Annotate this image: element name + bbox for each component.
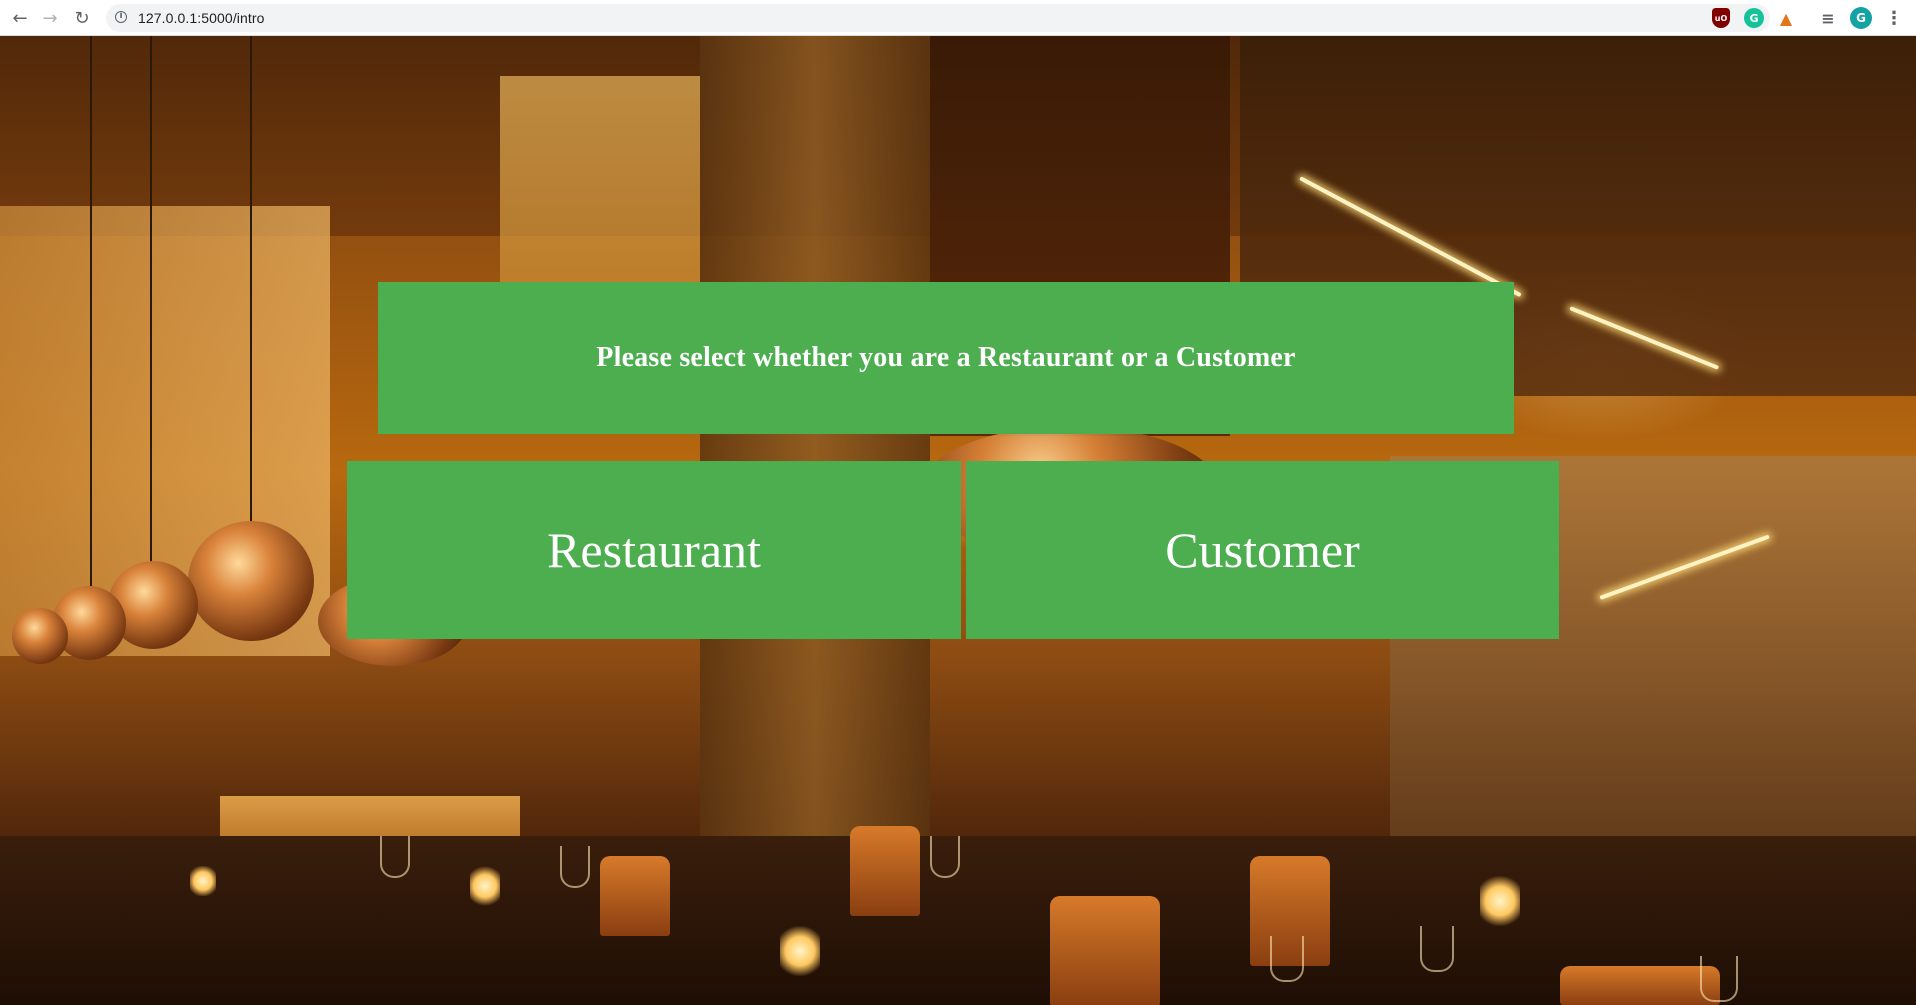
address-bar[interactable]: i 127.0.0.1:5000/intro ☆ xyxy=(106,4,1770,32)
pendant-lamp xyxy=(108,561,198,649)
address-url[interactable]: 127.0.0.1:5000/intro xyxy=(138,10,265,26)
browser-toolbar: ← → ↻ i 127.0.0.1:5000/intro ☆ uO G ▲ ≡ … xyxy=(0,0,1916,36)
candle-glow xyxy=(780,926,820,976)
profile-avatar[interactable]: G xyxy=(1850,7,1872,29)
candle-glow xyxy=(1480,876,1520,926)
wine-glass xyxy=(930,836,960,878)
wine-glass xyxy=(1700,956,1738,1002)
lamp-cord xyxy=(250,36,252,526)
chair xyxy=(1560,966,1720,1005)
intro-page: Please select whether you are a Restaura… xyxy=(0,36,1916,1005)
wine-glass xyxy=(560,846,590,888)
chair xyxy=(1050,896,1160,1005)
candle-glow xyxy=(470,866,500,906)
grammarly-icon[interactable]: G xyxy=(1744,8,1764,28)
wine-glass xyxy=(1270,936,1304,982)
light-strip xyxy=(1569,306,1720,370)
wine-glass xyxy=(1420,926,1454,972)
rear-window xyxy=(500,76,700,316)
reload-icon[interactable]: ↻ xyxy=(70,6,94,30)
forward-arrow-icon[interactable]: → xyxy=(38,6,62,30)
customer-button[interactable]: Customer xyxy=(966,461,1559,639)
light-strip xyxy=(1299,176,1522,298)
menu-kebab-icon[interactable]: ⋮ xyxy=(1884,8,1904,29)
ublock-icon[interactable]: uO xyxy=(1712,8,1730,28)
light-strip xyxy=(1599,534,1770,600)
lamp-cord xyxy=(90,36,92,586)
info-icon[interactable]: i xyxy=(115,11,127,23)
chair xyxy=(1250,856,1330,966)
ceiling xyxy=(0,36,1916,236)
restaurant-button[interactable]: Restaurant xyxy=(347,461,961,639)
metamask-fox-icon[interactable]: ▲ xyxy=(1776,8,1796,28)
dining-tables xyxy=(0,836,1916,1005)
pendant-lamp xyxy=(188,521,314,641)
chair xyxy=(850,826,920,916)
candle-glow xyxy=(190,866,216,896)
prompt-text: Please select whether you are a Restaura… xyxy=(596,342,1296,373)
chair xyxy=(600,856,670,936)
selection-prompt: Please select whether you are a Restaura… xyxy=(378,282,1514,434)
back-arrow-icon[interactable]: ← xyxy=(8,6,32,30)
bar-counter xyxy=(220,796,520,866)
reading-list-icon[interactable]: ≡ xyxy=(1818,8,1838,28)
pendant-lamp xyxy=(52,586,126,660)
lamp-cord xyxy=(150,36,152,566)
pendant-lamp xyxy=(12,608,68,664)
wine-glass xyxy=(380,836,410,878)
back-wall-left xyxy=(0,206,330,656)
